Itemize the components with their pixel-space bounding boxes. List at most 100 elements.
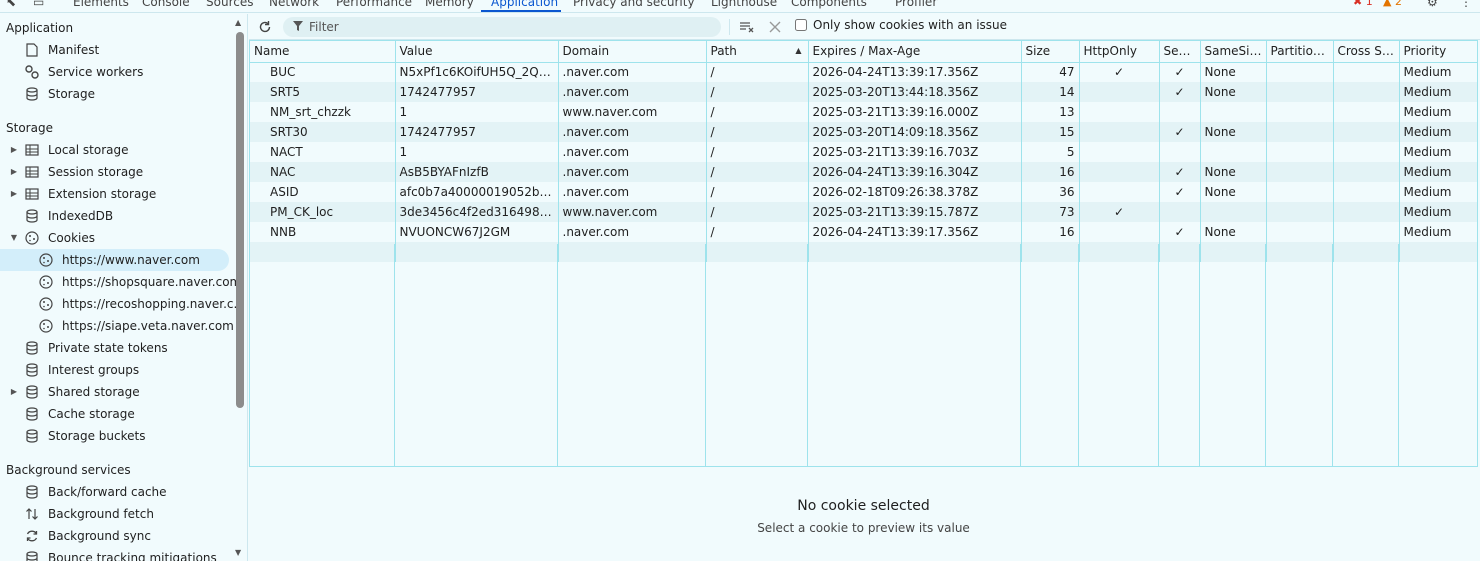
column-header-cross-site[interactable]: Cross Site — [1333, 41, 1400, 63]
expand-arrow-icon[interactable]: ▶ — [9, 167, 19, 176]
column-header-priority[interactable]: Priority — [1399, 41, 1477, 63]
expand-arrow-icon[interactable]: ▶ — [9, 189, 19, 198]
scroll-up-arrow-icon[interactable]: ▲ — [235, 18, 241, 27]
tab-sources[interactable]: Sources — [206, 0, 253, 9]
cell-value: N5xPf1c6KOifUH5Q_2QKF... — [395, 62, 559, 82]
inspect-element-icon[interactable]: ⬉ — [6, 0, 16, 9]
column-divider — [807, 244, 808, 466]
settings-gear-icon[interactable]: ⚙ — [1427, 0, 1438, 9]
cell-httponly — [1079, 102, 1160, 122]
device-toolbar-icon[interactable]: ▭ — [33, 0, 44, 9]
sidebar-item-cookie-siape[interactable]: https://siape.veta.naver.com — [38, 315, 234, 337]
cell-httponly — [1079, 142, 1160, 162]
cell-priority: Medium — [1399, 182, 1477, 202]
sidebar-item-indexeddb[interactable]: IndexedDB — [24, 205, 113, 227]
column-header-partition-key[interactable]: Partition... — [1266, 41, 1334, 63]
column-header-label: Path — [710, 44, 737, 59]
cell-name: NNB — [250, 222, 396, 242]
sidebar-item-background-fetch[interactable]: Background fetch — [24, 503, 154, 525]
filter-field[interactable] — [283, 17, 721, 37]
cell-samesite — [1200, 202, 1267, 222]
only-issue-label: Only show cookies with an issue — [813, 18, 1008, 32]
column-header-expires[interactable]: Expires / Max-Age — [808, 41, 1022, 63]
expand-arrow-icon[interactable]: ▶ — [9, 387, 19, 396]
sidebar-item-label: https://recoshopping.naver.c... — [62, 297, 245, 311]
warning-badge[interactable]: ▲ 2 — [1383, 0, 1402, 8]
sidebar-item-cookies[interactable]: Cookies — [24, 227, 95, 249]
section-header-background-services: Background services — [6, 463, 131, 477]
tab-performance[interactable]: Performance — [336, 0, 412, 9]
table-row[interactable]: ASID afc0b7a40000019052b45c... .naver.com /… — [250, 182, 1477, 202]
sidebar-item-back-forward-cache[interactable]: Back/forward cache — [24, 481, 167, 503]
only-issue-toggle[interactable]: Only show cookies with an issue — [795, 18, 1007, 32]
sidebar-item-session-storage[interactable]: Session storage — [24, 161, 143, 183]
sidebar-item-cookie-shopsquare[interactable]: https://shopsquare.naver.com — [38, 271, 241, 293]
cell-domain: .naver.com — [558, 162, 707, 182]
tab-privacy-security[interactable]: Privacy and security — [573, 0, 695, 9]
table-row[interactable]: SRT30 1742477957 .naver.com/2025-03-20T14:… — [250, 122, 1477, 142]
filter-input[interactable] — [309, 20, 689, 34]
error-badge[interactable]: ✖ 1 — [1353, 0, 1373, 8]
sidebar-item-local-storage[interactable]: Local storage — [24, 139, 129, 161]
table-row[interactable]: NACT 1 .naver.com/2025-03-21T13:39:16.703Z… — [250, 142, 1477, 162]
column-header-samesite[interactable]: SameSite — [1200, 41, 1267, 63]
sidebar-item-cookie-recoshopping[interactable]: https://recoshopping.naver.c... — [38, 293, 245, 315]
column-header-size[interactable]: Size — [1021, 41, 1080, 63]
cookies-toolbar: Only show cookies with an issue — [249, 14, 1480, 40]
delete-selected-button[interactable] — [765, 17, 785, 37]
column-header-domain[interactable]: Domain — [558, 41, 707, 63]
sidebar-item-storage[interactable]: Storage — [24, 83, 95, 105]
table-row[interactable]: PM_CK_loc 3de3456c4f2ed316498e92... www.na… — [250, 202, 1477, 222]
table-row[interactable]: NNB NVUONCW67J2GM .naver.com/2026-04-24T13… — [250, 222, 1477, 242]
cell-path: / — [706, 62, 809, 82]
cell-cross-site — [1333, 222, 1400, 242]
sidebar-item-extension-storage[interactable]: Extension storage — [24, 183, 156, 205]
tab-network[interactable]: Network — [269, 0, 319, 9]
column-header-path[interactable]: Path ▲ — [706, 41, 809, 63]
more-options-icon[interactable]: ⋮ — [1460, 0, 1472, 9]
cell-size: 5 — [1021, 142, 1080, 162]
tab-elements[interactable]: Elements — [73, 0, 129, 9]
table-row[interactable]: NM_srt_chzzk 1 www.naver.com/2025-03-21T13… — [250, 102, 1477, 122]
tab-profiler[interactable]: Profiler — [895, 0, 937, 9]
tab-memory[interactable]: Memory — [425, 0, 474, 9]
table-row[interactable]: SRT5 1742477957 .naver.com/2025-03-20T13:4… — [250, 82, 1477, 102]
expand-arrow-icon[interactable]: ▶ — [9, 145, 19, 154]
database-icon — [24, 340, 40, 356]
column-header-name[interactable]: Name — [250, 41, 396, 63]
refresh-icon — [259, 21, 271, 33]
clear-all-cookies-button[interactable] — [737, 17, 757, 37]
cell-size: 47 — [1021, 62, 1080, 82]
refresh-button[interactable] — [255, 17, 275, 37]
collapse-arrow-icon[interactable]: ▼ — [9, 233, 19, 242]
sidebar-item-service-workers[interactable]: Service workers — [24, 61, 143, 83]
only-issue-checkbox[interactable] — [795, 19, 807, 31]
sidebar-item-label: Session storage — [48, 165, 144, 179]
sidebar-item-cookie-www-naver[interactable]: https://www.naver.com — [0, 249, 229, 271]
cell-partition-key — [1266, 182, 1334, 202]
column-header-value[interactable]: Value — [395, 41, 559, 63]
sidebar-item-private-state-tokens[interactable]: Private state tokens — [24, 337, 168, 359]
cell-expires: 2025-03-21T13:39:15.787Z — [808, 202, 1022, 222]
scroll-down-arrow-icon[interactable]: ▼ — [235, 548, 241, 557]
sidebar-item-interest-groups[interactable]: Interest groups — [24, 359, 139, 381]
table-row[interactable]: BUC N5xPf1c6KOifUH5Q_2QKF... .naver.com/20… — [250, 62, 1477, 82]
tab-application[interactable]: Application — [491, 0, 558, 9]
cell-samesite — [1200, 142, 1267, 162]
sidebar-item-manifest[interactable]: Manifest — [24, 39, 99, 61]
table-row[interactable]: NAC AsB5BYAFnIzfB .naver.com/2026-04-24T13… — [250, 162, 1477, 182]
sidebar-item-cache-storage[interactable]: Cache storage — [24, 403, 135, 425]
sidebar-scroll-thumb[interactable] — [236, 32, 244, 408]
column-header-secure[interactable]: Sec... — [1159, 41, 1201, 63]
sidebar-item-bounce-tracking[interactable]: Bounce tracking mitigations — [24, 547, 217, 561]
tab-console[interactable]: Console — [142, 0, 190, 9]
sidebar-item-background-sync[interactable]: Background sync — [24, 525, 151, 547]
cell-cross-site — [1333, 122, 1400, 142]
tab-lighthouse[interactable]: Lighthouse — [711, 0, 777, 9]
sidebar-item-shared-storage[interactable]: Shared storage — [24, 381, 140, 403]
column-header-httponly[interactable]: HttpOnly — [1079, 41, 1160, 63]
tab-components[interactable]: Components — [791, 0, 867, 9]
sidebar-item-storage-buckets[interactable]: Storage buckets — [24, 425, 145, 447]
cookie-icon — [24, 230, 40, 246]
cell-name: NAC — [250, 162, 396, 182]
